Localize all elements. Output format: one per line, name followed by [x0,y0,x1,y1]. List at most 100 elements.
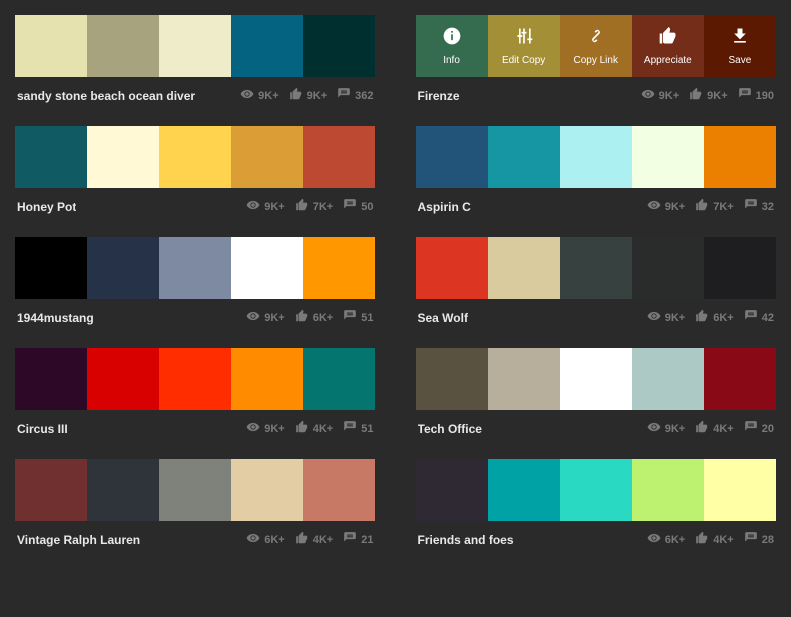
palette-title[interactable]: Aspirin C [418,200,471,214]
color-swatch[interactable] [15,459,87,521]
color-swatch[interactable] [231,348,303,410]
color-swatch[interactable] [416,459,488,521]
color-swatch[interactable] [159,237,231,299]
color-swatch[interactable] [15,237,87,299]
color-swatch[interactable] [632,237,704,299]
color-swatch[interactable] [416,126,488,188]
color-swatch[interactable] [704,459,776,521]
color-swatch[interactable] [416,348,488,410]
palette-title[interactable]: Circus III [17,422,68,436]
palette-title[interactable]: sandy stone beach ocean diver [17,89,195,103]
comments-stat[interactable]: 42 [744,309,774,326]
color-swatch[interactable] [560,348,632,410]
color-swatch[interactable] [231,459,303,521]
comments-stat[interactable]: 51 [343,420,373,437]
color-swatch[interactable] [159,15,231,77]
likes-stat[interactable]: 4K+ [295,420,334,437]
palette-title[interactable]: Firenze [418,89,460,103]
views-stat[interactable]: 6K+ [246,531,285,548]
likes-stat[interactable]: 6K+ [295,309,334,326]
color-swatch[interactable] [303,237,375,299]
color-swatch[interactable] [87,15,159,77]
color-swatch[interactable] [231,126,303,188]
color-swatch[interactable] [87,126,159,188]
palette-swatches[interactable] [15,15,376,77]
color-swatch[interactable] [87,348,159,410]
comments-stat[interactable]: 28 [744,531,774,548]
comments-stat[interactable]: 50 [343,198,373,215]
views-stat[interactable]: 9K+ [647,420,686,437]
color-swatch[interactable] [560,237,632,299]
views-stat[interactable]: 9K+ [246,309,285,326]
info-button[interactable]: Info [416,15,488,77]
comments-stat[interactable]: 190 [738,87,774,104]
comments-stat[interactable]: 51 [343,309,373,326]
likes-stat[interactable]: 4K+ [695,531,734,548]
likes-stat[interactable]: 7K+ [695,198,734,215]
color-swatch[interactable] [416,237,488,299]
color-swatch[interactable] [231,15,303,77]
color-swatch[interactable] [87,237,159,299]
color-swatch[interactable] [15,15,87,77]
likes-stat[interactable]: 9K+ [289,87,328,104]
appreciate-button[interactable]: Appreciate [632,15,704,77]
palette-title[interactable]: 1944mustang [17,311,94,325]
color-swatch[interactable] [632,348,704,410]
palette-title[interactable]: Tech Office [418,422,482,436]
palette-title[interactable]: Sea Wolf [418,311,468,325]
edit-copy-button[interactable]: Edit Copy [488,15,560,77]
color-swatch[interactable] [704,237,776,299]
color-swatch[interactable] [488,459,560,521]
color-swatch[interactable] [488,348,560,410]
palette-swatches[interactable] [15,126,376,188]
likes-stat[interactable]: 9K+ [689,87,728,104]
color-swatch[interactable] [303,459,375,521]
views-stat[interactable]: 9K+ [240,87,279,104]
color-swatch[interactable] [159,348,231,410]
color-swatch[interactable] [303,348,375,410]
comments-stat[interactable]: 21 [343,531,373,548]
views-stat[interactable]: 9K+ [641,87,680,104]
views-stat[interactable]: 6K+ [647,531,686,548]
color-swatch[interactable] [704,126,776,188]
palette-swatches[interactable] [15,459,376,521]
palette-swatches[interactable] [416,237,777,299]
palette-title[interactable]: Friends and foes [418,533,514,547]
views-stat[interactable]: 9K+ [647,198,686,215]
comments-stat[interactable]: 20 [744,420,774,437]
color-swatch[interactable] [87,459,159,521]
palette-swatches[interactable] [15,348,376,410]
color-swatch[interactable] [303,126,375,188]
color-swatch[interactable] [632,459,704,521]
views-stat[interactable]: 9K+ [647,309,686,326]
color-swatch[interactable] [159,126,231,188]
palette-title[interactable]: Vintage Ralph Lauren [17,533,140,547]
palette-swatches[interactable] [416,459,777,521]
palette-swatches[interactable] [15,237,376,299]
color-swatch[interactable] [303,15,375,77]
save-button[interactable]: Save [704,15,776,77]
color-swatch[interactable] [15,348,87,410]
palette-title[interactable]: Honey Pot [17,200,76,214]
color-swatch[interactable] [560,126,632,188]
palette-swatches[interactable]: InfoEdit CopyCopy LinkAppreciateSave [416,15,777,77]
color-swatch[interactable] [15,126,87,188]
comments-stat[interactable]: 32 [744,198,774,215]
color-swatch[interactable] [560,459,632,521]
copy-link-button[interactable]: Copy Link [560,15,632,77]
comments-stat[interactable]: 362 [337,87,373,104]
color-swatch[interactable] [159,459,231,521]
views-stat[interactable]: 9K+ [246,420,285,437]
likes-stat[interactable]: 4K+ [295,531,334,548]
palette-swatches[interactable] [416,126,777,188]
color-swatch[interactable] [704,348,776,410]
color-swatch[interactable] [488,237,560,299]
color-swatch[interactable] [488,126,560,188]
likes-stat[interactable]: 6K+ [695,309,734,326]
likes-stat[interactable]: 4K+ [695,420,734,437]
color-swatch[interactable] [632,126,704,188]
color-swatch[interactable] [231,237,303,299]
palette-swatches[interactable] [416,348,777,410]
views-stat[interactable]: 9K+ [246,198,285,215]
likes-stat[interactable]: 7K+ [295,198,334,215]
